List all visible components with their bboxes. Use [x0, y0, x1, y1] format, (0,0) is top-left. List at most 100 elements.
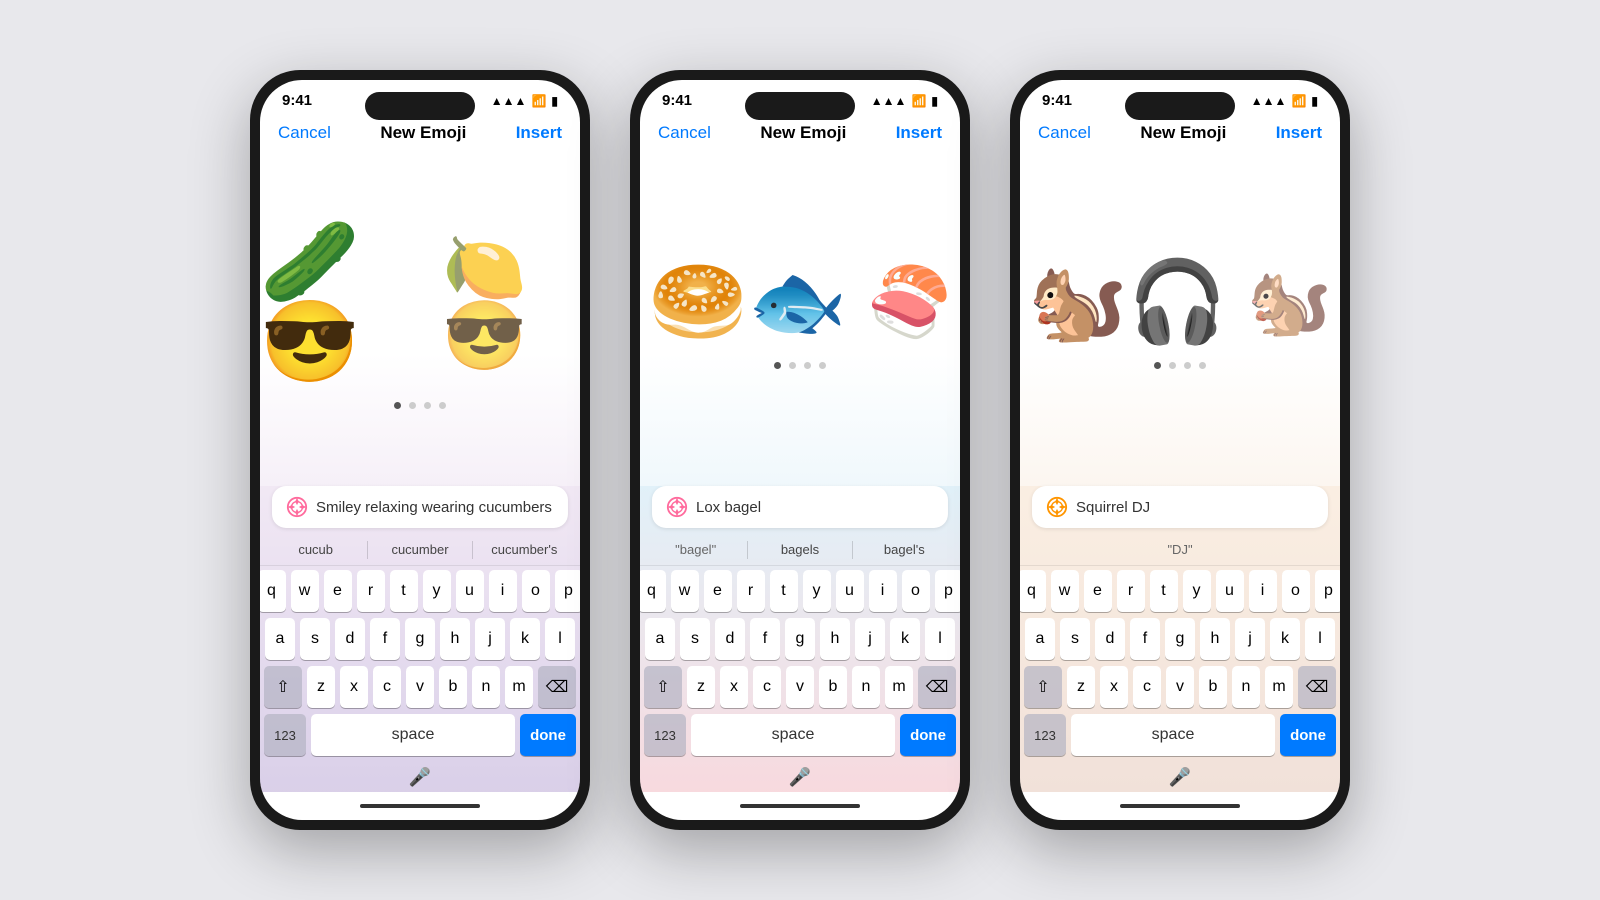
key-n-3[interactable]: n — [1232, 666, 1260, 708]
mic-icon-2[interactable]: 🎤 — [789, 767, 811, 788]
autocomplete-1-0[interactable]: cucub — [264, 540, 367, 559]
dot-1-2[interactable] — [424, 402, 431, 409]
key-c-1[interactable]: c — [373, 666, 401, 708]
key-d-1[interactable]: d — [335, 618, 365, 660]
key-r-1[interactable]: r — [357, 570, 385, 612]
done-key-2[interactable]: done — [900, 714, 956, 756]
key-p-1[interactable]: p — [555, 570, 581, 612]
key-h-2[interactable]: h — [820, 618, 850, 660]
autocomplete-2-0[interactable]: "bagel" — [644, 540, 747, 559]
insert-button-2[interactable]: Insert — [896, 123, 942, 143]
key-q-3[interactable]: q — [1020, 570, 1046, 612]
key-f-1[interactable]: f — [370, 618, 400, 660]
dot-2-2[interactable] — [804, 362, 811, 369]
done-key-3[interactable]: done — [1280, 714, 1336, 756]
key-b-1[interactable]: b — [439, 666, 467, 708]
dot-1-1[interactable] — [409, 402, 416, 409]
key-x-3[interactable]: x — [1100, 666, 1128, 708]
key-i-1[interactable]: i — [489, 570, 517, 612]
num-key-2[interactable]: 123 — [644, 714, 686, 756]
key-y-3[interactable]: y — [1183, 570, 1211, 612]
key-n-2[interactable]: n — [852, 666, 880, 708]
key-k-2[interactable]: k — [890, 618, 920, 660]
emoji-secondary-2[interactable]: 🍣 — [867, 268, 952, 336]
emoji-secondary-3[interactable]: 🐿️ — [1247, 268, 1332, 336]
key-m-2[interactable]: m — [885, 666, 913, 708]
autocomplete-2-1[interactable]: bagels — [748, 540, 851, 559]
key-p-2[interactable]: p — [935, 570, 961, 612]
dot-2-3[interactable] — [819, 362, 826, 369]
key-t-3[interactable]: t — [1150, 570, 1178, 612]
shift-key-3[interactable]: ⇧ — [1024, 666, 1062, 708]
key-j-1[interactable]: j — [475, 618, 505, 660]
key-s-1[interactable]: s — [300, 618, 330, 660]
key-k-1[interactable]: k — [510, 618, 540, 660]
done-key-1[interactable]: done — [520, 714, 576, 756]
shift-key-1[interactable]: ⇧ — [264, 666, 302, 708]
key-w-1[interactable]: w — [291, 570, 319, 612]
key-d-3[interactable]: d — [1095, 618, 1125, 660]
key-d-2[interactable]: d — [715, 618, 745, 660]
key-j-2[interactable]: j — [855, 618, 885, 660]
key-y-1[interactable]: y — [423, 570, 451, 612]
input-field-3[interactable]: Squirrel DJ — [1032, 486, 1328, 528]
num-key-1[interactable]: 123 — [264, 714, 306, 756]
insert-button-1[interactable]: Insert — [516, 123, 562, 143]
key-j-3[interactable]: j — [1235, 618, 1265, 660]
cancel-button-3[interactable]: Cancel — [1038, 123, 1091, 143]
num-key-3[interactable]: 123 — [1024, 714, 1066, 756]
key-z-2[interactable]: z — [687, 666, 715, 708]
key-u-3[interactable]: u — [1216, 570, 1244, 612]
key-v-2[interactable]: v — [786, 666, 814, 708]
key-v-1[interactable]: v — [406, 666, 434, 708]
key-r-3[interactable]: r — [1117, 570, 1145, 612]
emoji-secondary-1[interactable]: 🍋😎 — [442, 234, 580, 370]
key-v-3[interactable]: v — [1166, 666, 1194, 708]
key-f-3[interactable]: f — [1130, 618, 1160, 660]
key-z-3[interactable]: z — [1067, 666, 1095, 708]
input-field-2[interactable]: Lox bagel — [652, 486, 948, 528]
emoji-main-1[interactable]: 🥒😎 — [260, 222, 422, 382]
autocomplete-1-1[interactable]: cucumber — [368, 540, 471, 559]
emoji-main-3[interactable]: 🐿️🎧 — [1028, 262, 1227, 342]
key-q-1[interactable]: q — [260, 570, 286, 612]
key-a-2[interactable]: a — [645, 618, 675, 660]
autocomplete-2-2[interactable]: bagel's — [853, 540, 956, 559]
key-w-2[interactable]: w — [671, 570, 699, 612]
key-c-3[interactable]: c — [1133, 666, 1161, 708]
key-l-2[interactable]: l — [925, 618, 955, 660]
key-x-1[interactable]: x — [340, 666, 368, 708]
key-i-3[interactable]: i — [1249, 570, 1277, 612]
delete-key-3[interactable]: ⌫ — [1298, 666, 1336, 708]
key-l-1[interactable]: l — [545, 618, 575, 660]
key-o-1[interactable]: o — [522, 570, 550, 612]
key-k-3[interactable]: k — [1270, 618, 1300, 660]
key-c-2[interactable]: c — [753, 666, 781, 708]
space-key-3[interactable]: space — [1071, 714, 1275, 756]
key-h-1[interactable]: h — [440, 618, 470, 660]
input-text-1[interactable]: Smiley relaxing wearing cucumbers — [316, 499, 554, 516]
dot-1-3[interactable] — [439, 402, 446, 409]
key-o-2[interactable]: o — [902, 570, 930, 612]
delete-key-1[interactable]: ⌫ — [538, 666, 576, 708]
key-a-3[interactable]: a — [1025, 618, 1055, 660]
key-o-3[interactable]: o — [1282, 570, 1310, 612]
key-h-3[interactable]: h — [1200, 618, 1230, 660]
insert-button-3[interactable]: Insert — [1276, 123, 1322, 143]
key-u-1[interactable]: u — [456, 570, 484, 612]
input-text-3[interactable]: Squirrel DJ — [1076, 499, 1314, 516]
key-e-2[interactable]: e — [704, 570, 732, 612]
key-q-2[interactable]: q — [640, 570, 666, 612]
shift-key-2[interactable]: ⇧ — [644, 666, 682, 708]
key-u-2[interactable]: u — [836, 570, 864, 612]
space-key-1[interactable]: space — [311, 714, 515, 756]
key-m-3[interactable]: m — [1265, 666, 1293, 708]
cancel-button-1[interactable]: Cancel — [278, 123, 331, 143]
emoji-main-2[interactable]: 🥯🐟 — [648, 262, 847, 342]
input-text-2[interactable]: Lox bagel — [696, 499, 934, 516]
space-key-2[interactable]: space — [691, 714, 895, 756]
dot-2-1[interactable] — [789, 362, 796, 369]
key-w-3[interactable]: w — [1051, 570, 1079, 612]
key-m-1[interactable]: m — [505, 666, 533, 708]
key-z-1[interactable]: z — [307, 666, 335, 708]
